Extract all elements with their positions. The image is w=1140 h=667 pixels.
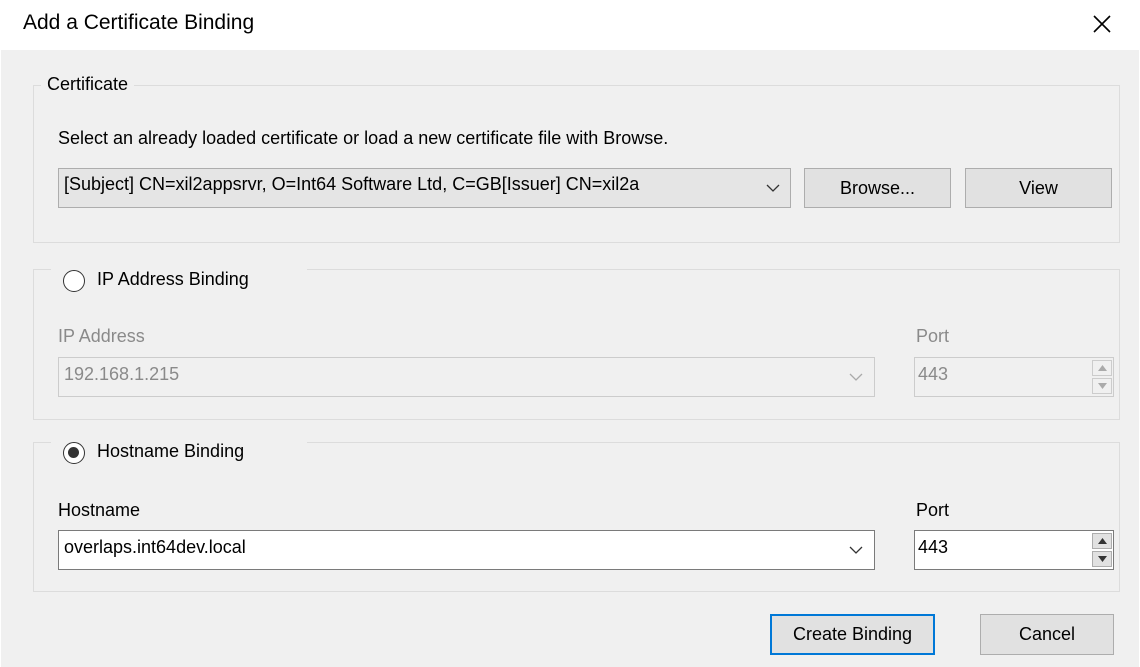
hostname-input[interactable]: overlaps.int64dev.local — [58, 530, 875, 570]
hostname-port-stepper[interactable]: 443 — [914, 530, 1114, 570]
ip-address-label: IP Address — [58, 326, 145, 346]
certificate-instructions: Select an already loaded certificate or … — [58, 128, 669, 148]
ip-binding-radio[interactable]: IP Address Binding — [51, 263, 307, 297]
window-title: Add a Certificate Binding — [23, 11, 255, 34]
browse-button-label: Browse... — [839, 177, 916, 198]
caret-up-icon — [1097, 538, 1107, 544]
ip-address-select[interactable]: 192.168.1.215 — [58, 357, 875, 397]
cancel-button-label: Cancel — [1018, 624, 1076, 644]
ip-binding-legend: IP Address Binding — [97, 269, 249, 289]
hostname-port-up-button[interactable] — [1092, 533, 1112, 549]
dialog-body: Certificate Select an already loaded cer… — [1, 50, 1139, 667]
chevron-down-icon — [762, 169, 784, 207]
browse-button[interactable]: Browse... — [804, 168, 951, 208]
hostname-label: Hostname — [58, 500, 141, 520]
view-button[interactable]: View — [965, 168, 1112, 208]
ip-port-down-button[interactable] — [1092, 378, 1112, 394]
caret-down-icon — [1097, 383, 1107, 389]
caret-up-icon — [1097, 365, 1107, 371]
view-button-label: View — [1019, 177, 1058, 198]
hostname-port-down-button[interactable] — [1092, 551, 1112, 567]
hostname-value: overlaps.int64dev.local — [64, 537, 246, 557]
chevron-down-icon — [846, 358, 866, 396]
close-button[interactable] — [1082, 6, 1122, 42]
title-bar: Add a Certificate Binding — [0, 0, 1140, 50]
chevron-down-icon[interactable] — [846, 531, 866, 569]
ip-port-value: 443 — [918, 364, 949, 384]
hostname-binding-radio-circle[interactable] — [63, 442, 85, 464]
cancel-button[interactable]: Cancel — [980, 614, 1114, 655]
ip-address-value: 192.168.1.215 — [64, 364, 180, 384]
ip-port-stepper[interactable]: 443 — [914, 357, 1114, 397]
ip-port-up-button[interactable] — [1092, 360, 1112, 376]
close-icon — [1093, 15, 1111, 33]
hostname-port-value: 443 — [918, 537, 949, 557]
ip-port-label: Port — [916, 326, 950, 346]
create-binding-button[interactable]: Create Binding — [770, 614, 935, 655]
hostname-port-label: Port — [916, 500, 950, 520]
certificate-select[interactable]: [Subject] CN=xil2appsrvr, O=Int64 Softwa… — [58, 168, 791, 208]
certificate-select-value: [Subject] CN=xil2appsrvr, O=Int64 Softwa… — [64, 174, 640, 194]
ip-binding-radio-circle[interactable] — [63, 270, 85, 292]
radio-selected-dot — [68, 447, 79, 458]
certificate-group — [33, 85, 1120, 243]
caret-down-icon — [1097, 556, 1107, 562]
create-binding-button-label: Create Binding — [792, 624, 913, 644]
certificate-group-legend: Certificate — [41, 74, 135, 95]
hostname-binding-radio[interactable]: Hostname Binding — [51, 435, 307, 469]
hostname-binding-legend: Hostname Binding — [97, 441, 245, 461]
